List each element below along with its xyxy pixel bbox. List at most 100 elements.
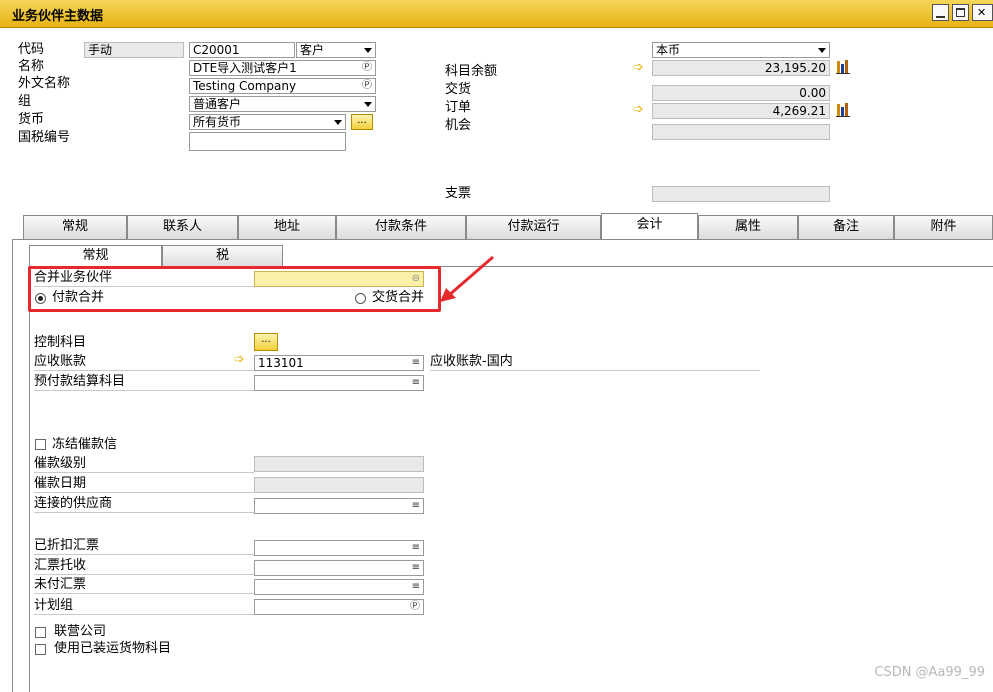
translation-icon[interactable]: Ⓟ: [410, 600, 420, 614]
planning-group-input[interactable]: Ⓟ: [254, 599, 424, 615]
tab-remarks[interactable]: 备注: [798, 215, 894, 239]
code-input[interactable]: C20001: [189, 42, 295, 58]
chevron-down-icon: [334, 120, 342, 125]
affiliate-checkbox[interactable]: [35, 627, 46, 638]
list-icon[interactable]: ≡: [412, 541, 420, 555]
receivable-description: 应收账款-国内: [430, 354, 760, 371]
connected-vendor-input[interactable]: ≡: [254, 498, 424, 514]
unpaid-bills-label: 未付汇票: [34, 577, 254, 594]
bill-collection-input[interactable]: ≡: [254, 560, 424, 576]
list-icon[interactable]: ≡: [412, 356, 420, 370]
bp-type-select[interactable]: 客户: [296, 42, 376, 58]
control-account-button[interactable]: ...: [254, 333, 278, 351]
receivable-label: 应收账款: [34, 354, 254, 371]
foreign-name-label: 外文名称: [18, 76, 71, 91]
tab-payment-terms[interactable]: 付款条件: [336, 215, 466, 239]
control-account-label: 控制科目: [34, 335, 87, 350]
receivable-value: 113101: [258, 356, 304, 370]
dunning-level-field: [254, 456, 424, 472]
use-shipped-goods-label: 使用已装运货物科目: [54, 641, 172, 656]
name-label: 名称: [18, 59, 45, 74]
foreign-name-input[interactable]: Testing Company Ⓟ: [189, 78, 376, 94]
down-payment-label: 预付款结算科目: [34, 374, 254, 391]
link-arrow-icon[interactable]: ➩: [633, 102, 644, 117]
discounted-bills-label: 已折扣汇票: [34, 538, 254, 555]
maximize-button[interactable]: [952, 4, 969, 21]
chevron-down-icon: [364, 102, 372, 107]
manual-series-value: 手动: [88, 43, 113, 57]
window-title: 业务伙伴主数据: [12, 9, 104, 24]
group-select[interactable]: 普通客户: [189, 96, 376, 112]
order-field: 4,269.21: [652, 103, 830, 119]
delivery-label: 交货: [445, 82, 472, 97]
tab-address[interactable]: 地址: [238, 215, 336, 239]
close-button[interactable]: ✕: [972, 4, 993, 21]
account-balance-field: 23,195.20: [652, 60, 830, 76]
chevron-down-icon: [818, 48, 826, 53]
local-currency-select[interactable]: 本币: [652, 42, 830, 58]
opportunity-field: [652, 124, 830, 140]
freeze-dunning-checkbox[interactable]: [35, 439, 46, 450]
currency-value: 所有货币: [193, 115, 242, 129]
cheque-label: 支票: [445, 186, 472, 201]
tab-contacts[interactable]: 联系人: [127, 215, 238, 239]
tax-number-label: 国税编号: [18, 130, 71, 145]
currency-label: 货币: [18, 112, 45, 127]
list-icon[interactable]: ≡: [412, 499, 420, 513]
link-arrow-icon[interactable]: ➩: [633, 60, 644, 75]
window-titlebar: 业务伙伴主数据 ✕: [0, 0, 993, 28]
down-payment-input[interactable]: ≡: [254, 375, 424, 391]
tab-payment-run[interactable]: 付款运行: [466, 215, 601, 239]
translation-icon[interactable]: Ⓟ: [362, 61, 372, 75]
affiliate-label: 联营公司: [54, 624, 107, 639]
bill-collection-label: 汇票托收: [34, 558, 254, 575]
opportunity-label: 机会: [445, 118, 472, 133]
planning-group-label: 计划组: [34, 598, 254, 615]
link-arrow-icon[interactable]: ➩: [234, 352, 245, 367]
tax-number-input[interactable]: [189, 132, 346, 151]
chevron-down-icon: [364, 48, 372, 53]
chart-icon[interactable]: [836, 59, 850, 74]
tab-attachments[interactable]: 附件: [894, 215, 993, 239]
subtab-general[interactable]: 常规: [29, 245, 162, 267]
discounted-bills-input[interactable]: ≡: [254, 540, 424, 556]
dunning-date-label: 催款日期: [34, 476, 254, 493]
manual-series-field[interactable]: 手动: [84, 42, 184, 58]
currency-more-button[interactable]: ...: [351, 114, 373, 130]
name-value: DTE导入测试客户1: [193, 61, 297, 75]
dunning-level-label: 催款级别: [34, 456, 254, 473]
translation-icon[interactable]: Ⓟ: [362, 79, 372, 93]
list-icon[interactable]: ≡: [412, 561, 420, 575]
order-label: 订单: [445, 100, 472, 115]
receivable-input[interactable]: 113101 ≡: [254, 355, 424, 371]
use-shipped-goods-checkbox[interactable]: [35, 644, 46, 655]
connected-vendor-label: 连接的供应商: [34, 496, 254, 513]
foreign-name-value: Testing Company: [193, 79, 297, 93]
close-icon: ✕: [977, 6, 987, 19]
watermark: CSDN @Aa99_99: [874, 665, 985, 680]
tab-general[interactable]: 常规: [23, 215, 127, 239]
tab-properties[interactable]: 属性: [698, 215, 798, 239]
minimize-button[interactable]: [932, 4, 949, 21]
subtab-tax[interactable]: 税: [162, 245, 283, 267]
delivery-field: 0.00: [652, 85, 830, 101]
currency-select[interactable]: 所有货币: [189, 114, 346, 130]
dunning-date-field: [254, 477, 424, 493]
highlight-box: [28, 266, 441, 312]
tab-accounting[interactable]: 会计: [601, 213, 698, 240]
group-value: 普通客户: [193, 97, 242, 111]
list-icon[interactable]: ≡: [412, 580, 420, 594]
header-section: 代码 手动 C20001 客户 名称 DTE导入测试客户1 Ⓟ 外文名称 Test…: [0, 28, 993, 210]
local-currency-value: 本币: [656, 43, 681, 57]
cheque-field: [652, 186, 830, 202]
chart-icon[interactable]: [836, 102, 850, 117]
group-label: 组: [18, 94, 32, 109]
account-balance-label: 科目余额: [445, 64, 498, 79]
name-input[interactable]: DTE导入测试客户1 Ⓟ: [189, 60, 376, 76]
code-label: 代码: [18, 42, 45, 57]
list-icon[interactable]: ≡: [412, 376, 420, 390]
freeze-dunning-label: 冻结催款信: [52, 437, 118, 452]
annotation-arrow-icon: [440, 255, 494, 302]
unpaid-bills-input[interactable]: ≡: [254, 579, 424, 595]
bp-type-value: 客户: [300, 43, 325, 57]
